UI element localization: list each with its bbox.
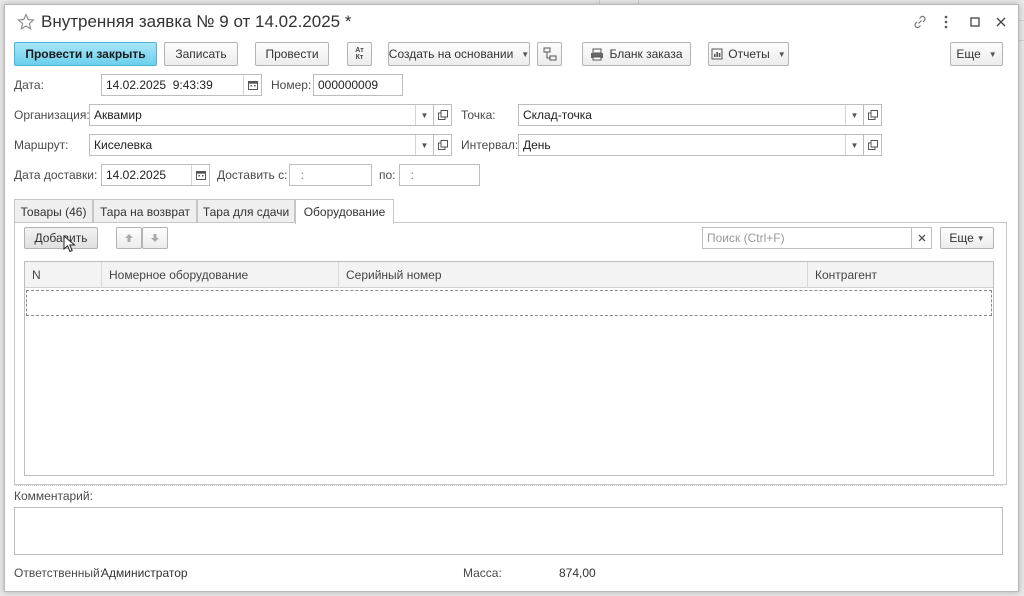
move-up-button[interactable] xyxy=(116,227,142,249)
open-point-icon[interactable] xyxy=(864,104,882,126)
reports-icon xyxy=(711,48,723,60)
number-label: Номер: xyxy=(271,78,312,92)
structure-icon xyxy=(543,47,556,61)
tab-return-containers[interactable]: Тара на возврат xyxy=(93,199,197,223)
deliver-from-field[interactable]: : xyxy=(289,164,372,186)
deliver-to-label: по: xyxy=(379,168,396,182)
favorite-star-icon[interactable] xyxy=(17,13,35,31)
responsible-value: Администратор xyxy=(101,566,188,580)
separator xyxy=(14,485,1003,486)
order-form-button[interactable]: Бланк заказа xyxy=(582,42,691,66)
equipment-table: N Номерное оборудование Серийный номер К… xyxy=(24,261,994,476)
document-window: Внутренняя заявка № 9 от 14.02.2025 * Пр… xyxy=(4,4,1019,592)
save-button[interactable]: Записать xyxy=(164,42,238,66)
move-down-button[interactable] xyxy=(142,227,168,249)
route-field[interactable]: Киселевка ▼ xyxy=(89,134,434,156)
tab-goods[interactable]: Товары (46) xyxy=(14,199,93,223)
responsible-label: Ответственный: xyxy=(14,566,104,580)
reports-button[interactable]: Отчеты ▼ xyxy=(708,42,789,66)
arrow-up-icon xyxy=(125,234,133,242)
organization-field[interactable]: Аквамир ▼ xyxy=(89,104,434,126)
mass-label: Масса: xyxy=(463,566,502,580)
open-route-icon[interactable] xyxy=(434,134,452,156)
calendar-icon[interactable] xyxy=(243,75,261,95)
column-header-counterparty[interactable]: Контрагент xyxy=(808,262,993,288)
dropdown-arrow-icon[interactable]: ▼ xyxy=(845,135,863,155)
mouse-cursor-icon xyxy=(63,235,76,253)
tab-equipment[interactable]: Оборудование xyxy=(295,199,394,224)
dt-kt-button[interactable]: Ат Кт xyxy=(347,42,372,66)
chevron-down-icon: ▼ xyxy=(988,49,997,59)
delivery-date-label: Дата доставки: xyxy=(14,168,98,182)
interval-label: Интервал: xyxy=(461,138,519,152)
close-icon[interactable] xyxy=(992,13,1010,31)
open-interval-icon[interactable] xyxy=(864,134,882,156)
more-button[interactable]: Еще ▼ xyxy=(950,42,1003,66)
post-button[interactable]: Провести xyxy=(255,42,329,66)
interval-field[interactable]: День ▼ xyxy=(518,134,864,156)
point-field[interactable]: Склад-точка ▼ xyxy=(518,104,864,126)
deliver-from-label: Доставить с: xyxy=(217,168,288,182)
clear-search-icon[interactable] xyxy=(911,227,932,249)
dt-kt-icon: Ат Кт xyxy=(355,47,364,61)
structure-button[interactable] xyxy=(537,42,562,66)
date-field[interactable]: 14.02.2025 9:43:39 xyxy=(101,74,262,96)
comment-label: Комментарий: xyxy=(14,489,93,503)
date-label: Дата: xyxy=(14,78,44,92)
search-input[interactable]: Поиск (Ctrl+F) xyxy=(702,227,913,249)
equipment-more-button[interactable]: Еще ▼ xyxy=(940,227,994,249)
window-title: Внутренняя заявка № 9 от 14.02.2025 * xyxy=(41,12,352,31)
tab-containers-for-delivery[interactable]: Тара для сдачи xyxy=(197,199,295,223)
add-button[interactable]: Добавить xyxy=(24,227,98,249)
column-header-equipment[interactable]: Номерное оборудование xyxy=(102,262,339,288)
post-and-close-button[interactable]: Провести и закрыть xyxy=(14,42,157,66)
deliver-to-field[interactable]: : xyxy=(399,164,480,186)
point-label: Точка: xyxy=(461,108,496,122)
chevron-down-icon: ▼ xyxy=(777,49,786,59)
arrow-down-icon xyxy=(151,234,159,242)
dropdown-arrow-icon[interactable]: ▼ xyxy=(415,105,433,125)
table-header: N Номерное оборудование Серийный номер К… xyxy=(25,262,993,288)
organization-label: Организация: xyxy=(14,108,90,122)
calendar-icon[interactable] xyxy=(191,165,209,185)
printer-icon xyxy=(591,48,604,60)
chevron-down-icon: ▼ xyxy=(521,49,530,59)
column-header-n[interactable]: N xyxy=(25,262,102,288)
maximize-icon[interactable] xyxy=(966,13,984,31)
more-actions-icon[interactable] xyxy=(937,13,955,31)
column-header-serial-number[interactable]: Серийный номер xyxy=(339,262,808,288)
open-organization-icon[interactable] xyxy=(434,104,452,126)
create-based-on-button[interactable]: Создать на основании ▼ xyxy=(388,42,530,66)
dropdown-arrow-icon[interactable]: ▼ xyxy=(415,135,433,155)
delivery-date-field[interactable]: 14.02.2025 xyxy=(101,164,210,186)
table-row[interactable] xyxy=(26,290,992,316)
link-icon[interactable] xyxy=(911,13,929,31)
comment-textarea[interactable] xyxy=(14,507,1003,555)
dropdown-arrow-icon[interactable]: ▼ xyxy=(845,105,863,125)
number-field[interactable]: 000000009 xyxy=(313,74,403,96)
route-label: Маршрут: xyxy=(14,138,69,152)
mass-value: 874,00 xyxy=(559,566,596,580)
chevron-down-icon: ▼ xyxy=(976,233,985,243)
